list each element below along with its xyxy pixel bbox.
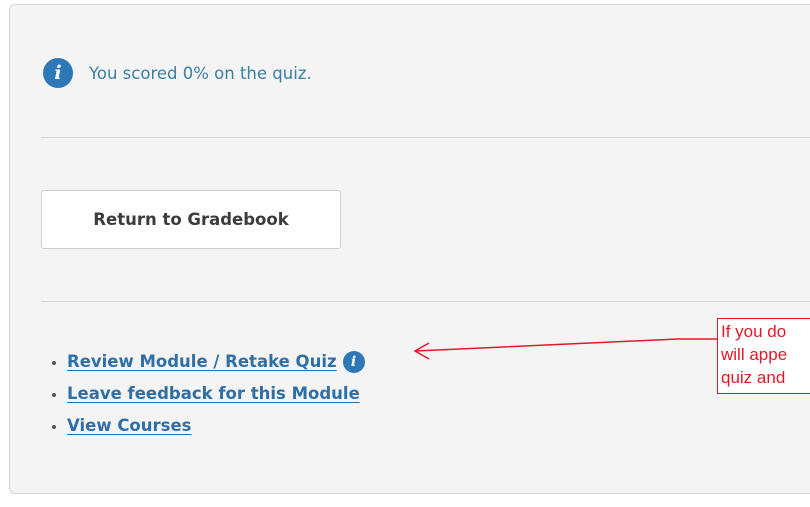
info-icon[interactable]: i bbox=[342, 351, 365, 373]
review-module-link[interactable]: Review Module / Retake Quiz bbox=[67, 346, 337, 378]
return-to-gradebook-button[interactable]: Return to Gradebook bbox=[41, 190, 341, 249]
annotation-callout: If you do will appe quiz and bbox=[717, 318, 810, 394]
divider bbox=[41, 137, 810, 138]
view-courses-link[interactable]: View Courses bbox=[67, 416, 191, 435]
info-icon: i bbox=[43, 58, 73, 88]
list-item: View Courses bbox=[67, 410, 365, 442]
list-item: Review Module / Retake Quiz i bbox=[67, 346, 365, 378]
score-message-row: i You scored 0% on the quiz. bbox=[43, 58, 312, 88]
score-message: You scored 0% on the quiz. bbox=[89, 63, 312, 83]
list-item: Leave feedback for this Module bbox=[67, 378, 365, 410]
module-links-list: Review Module / Retake Quiz i Leave feed… bbox=[43, 346, 365, 442]
leave-feedback-link[interactable]: Leave feedback for this Module bbox=[67, 384, 360, 403]
divider bbox=[41, 301, 810, 302]
